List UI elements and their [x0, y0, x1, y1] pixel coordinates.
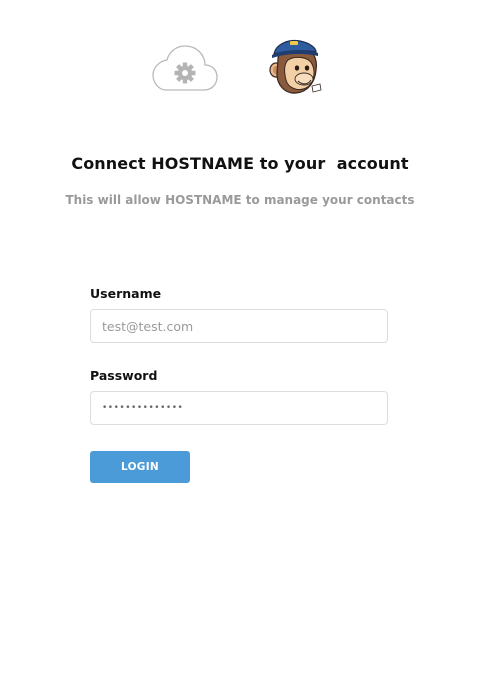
logo-row	[0, 38, 480, 98]
login-button[interactable]: LOGIN	[90, 451, 190, 483]
username-input[interactable]	[90, 309, 388, 343]
password-input[interactable]	[90, 391, 388, 425]
username-label: Username	[90, 286, 162, 301]
mailchimp-monkey-logo	[269, 39, 322, 94]
password-label: Password	[90, 368, 158, 383]
login-page: Connect HOSTNAME to your account This wi…	[0, 0, 480, 680]
page-title: Connect HOSTNAME to your account	[71, 154, 409, 173]
page-subtitle: This will allow HOSTNAME to manage your …	[65, 193, 415, 207]
cloud-gear-icon	[152, 45, 218, 91]
